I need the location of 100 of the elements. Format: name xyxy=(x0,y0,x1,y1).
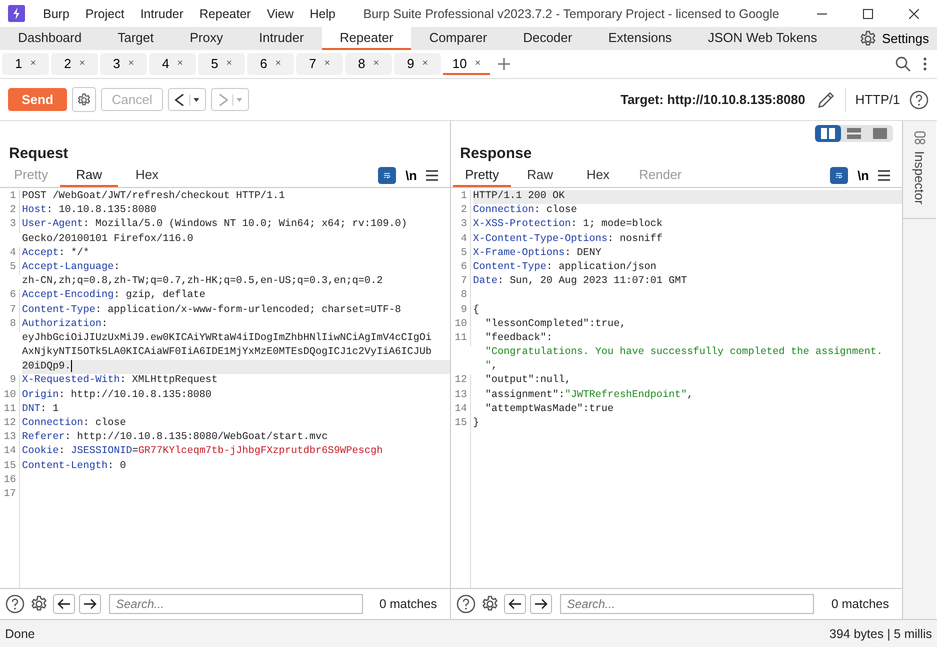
session-tab[interactable]: 9 × xyxy=(394,53,441,75)
tool-tab[interactable]: Comparer xyxy=(411,27,506,50)
menu-item[interactable]: Burp xyxy=(35,6,78,20)
help-icon[interactable] xyxy=(5,594,25,614)
wrap-lines-button[interactable] xyxy=(830,167,848,184)
line-number: 3 xyxy=(0,218,20,233)
pane-title: Request xyxy=(9,145,68,162)
layout-icon xyxy=(847,128,861,139)
menu-icon[interactable] xyxy=(426,170,438,181)
session-tab[interactable]: 8 × xyxy=(345,53,392,75)
tool-tab[interactable]: Dashboard xyxy=(0,27,100,50)
pencil-icon[interactable] xyxy=(816,90,836,110)
right-arrow-icon xyxy=(83,598,97,610)
tool-tab[interactable]: Decoder xyxy=(505,27,590,50)
left-arrow-icon xyxy=(508,598,522,610)
help-icon[interactable] xyxy=(909,90,929,110)
line-number: 17 xyxy=(0,488,20,502)
code-line: Accept-Language: xyxy=(22,260,121,275)
tool-tab[interactable]: Extensions xyxy=(590,27,690,50)
line-number: 4 xyxy=(0,246,20,261)
code-line: Cookie: JSESSIONID=GR77KYlceqm7tb-jJhbgFXzprutdbr6S9WPescgh xyxy=(22,445,384,460)
menu-item[interactable]: View xyxy=(258,6,302,20)
search-field[interactable]: Search... xyxy=(560,594,814,614)
inspector-tab[interactable]: Inspector xyxy=(903,121,936,220)
next-button[interactable] xyxy=(79,594,101,614)
code-line: X-XSS-Protection: 1; mode=block xyxy=(473,218,664,232)
code-line: Accept: */* xyxy=(22,246,90,261)
view-tab[interactable]: Raw xyxy=(60,164,118,187)
left-arrow-icon xyxy=(57,598,71,610)
add-tab-icon[interactable] xyxy=(498,58,510,70)
session-tab[interactable]: 2 × xyxy=(51,53,98,75)
search-icon[interactable] xyxy=(895,56,911,72)
menu-item[interactable]: Project xyxy=(77,6,132,20)
line-number: 14 xyxy=(451,402,471,417)
session-tab[interactable]: 1 × xyxy=(2,53,49,75)
line-number: 14 xyxy=(0,445,20,460)
session-tab[interactable]: 7 × xyxy=(296,53,343,75)
previous-button[interactable] xyxy=(504,594,526,614)
code-line: X-Frame-Options: DENY xyxy=(473,246,602,261)
layout-icon xyxy=(821,128,835,139)
help-icon[interactable] xyxy=(456,594,476,614)
tool-tab[interactable]: Repeater xyxy=(322,27,412,50)
line-number: 10 xyxy=(451,318,471,332)
settings-icon[interactable] xyxy=(858,28,878,48)
session-tab[interactable]: 5 × xyxy=(198,53,245,75)
match-count: 0 matches xyxy=(379,597,438,611)
match-count: 0 matches xyxy=(831,597,890,611)
tool-tab[interactable]: JSON Web Tokens xyxy=(690,27,836,50)
code-line: X-Content-Type-Options: nosniff xyxy=(473,232,664,247)
menu-item[interactable]: Intruder xyxy=(132,6,192,20)
view-tab[interactable]: Hex xyxy=(118,164,176,187)
line-number: 7 xyxy=(451,275,471,290)
newline-toggle[interactable]: \n xyxy=(405,168,417,183)
window-title: Burp Suite Professional v2023.7.2 - Temporary Project - licensed to Google xyxy=(362,6,780,20)
back-arrow-icon xyxy=(172,92,202,108)
view-tab[interactable]: Pretty xyxy=(453,164,511,187)
menu-icon[interactable] xyxy=(878,170,890,181)
session-tab[interactable]: 4 × xyxy=(149,53,196,75)
code-line: X-Requested-With: XMLHttpRequest xyxy=(22,374,219,388)
line-number: 8 xyxy=(0,318,20,332)
next-button[interactable] xyxy=(530,594,552,614)
back-button[interactable] xyxy=(168,88,206,111)
menu-item[interactable]: Help xyxy=(302,6,344,20)
view-tab[interactable]: Hex xyxy=(569,164,627,187)
response-size: 394 bytes | 5 millis xyxy=(829,626,932,640)
previous-button[interactable] xyxy=(53,594,75,614)
session-tab[interactable]: 6 × xyxy=(247,53,294,75)
line-number: 6 xyxy=(451,260,471,276)
code-line: POST /WebGoat/JWT/refresh/checkout HTTP/1.1 xyxy=(22,190,286,204)
code-line: Host: 10.10.8.135:8080 xyxy=(22,204,158,218)
close-icon[interactable] xyxy=(909,8,919,18)
session-tab[interactable]: 3 × xyxy=(100,53,147,75)
code-line: User-Agent: Mozilla/5.0 (Windows NT 10.0; Win64; x64; rv:109.0) xyxy=(22,218,408,232)
search-field[interactable]: Search... xyxy=(109,594,363,614)
tool-tab[interactable]: Target xyxy=(100,27,172,50)
code-line: { xyxy=(473,304,480,318)
menu-item[interactable]: Repeater xyxy=(191,6,259,20)
code-line: "assignment":"JWTRefreshEndpoint", xyxy=(484,388,694,403)
code-line: Content-Length: 0 xyxy=(22,460,127,474)
line-number: 1 xyxy=(0,190,20,204)
protocol-label[interactable]: HTTP/1 xyxy=(855,92,900,107)
settings-button[interactable]: Settings xyxy=(850,27,937,50)
code-line: Accept-Encoding: gzip, deflate xyxy=(22,289,206,304)
line-number: 2 xyxy=(451,204,471,218)
line-number: 9 xyxy=(451,304,471,318)
line-number: 16 xyxy=(0,474,20,488)
maximize-icon[interactable] xyxy=(863,8,873,18)
newline-toggle[interactable]: \n xyxy=(857,168,869,183)
tool-tab[interactable]: Proxy xyxy=(172,27,241,50)
line-number: 11 xyxy=(451,332,471,346)
tool-tab[interactable]: Intruder xyxy=(240,27,322,50)
layout-button[interactable] xyxy=(815,125,841,142)
more-icon[interactable] xyxy=(923,57,927,71)
wrap-lines-button[interactable] xyxy=(378,167,396,184)
view-tab[interactable]: Raw xyxy=(511,164,569,187)
code-line: DNT: 1 xyxy=(22,402,60,417)
code-line: "attemptWasMade":true xyxy=(484,402,615,417)
code-line: "output":null, xyxy=(484,374,572,388)
code-line: Gecko/20100101 Firefox/116.0 xyxy=(22,232,194,247)
layout-icon xyxy=(873,128,887,139)
